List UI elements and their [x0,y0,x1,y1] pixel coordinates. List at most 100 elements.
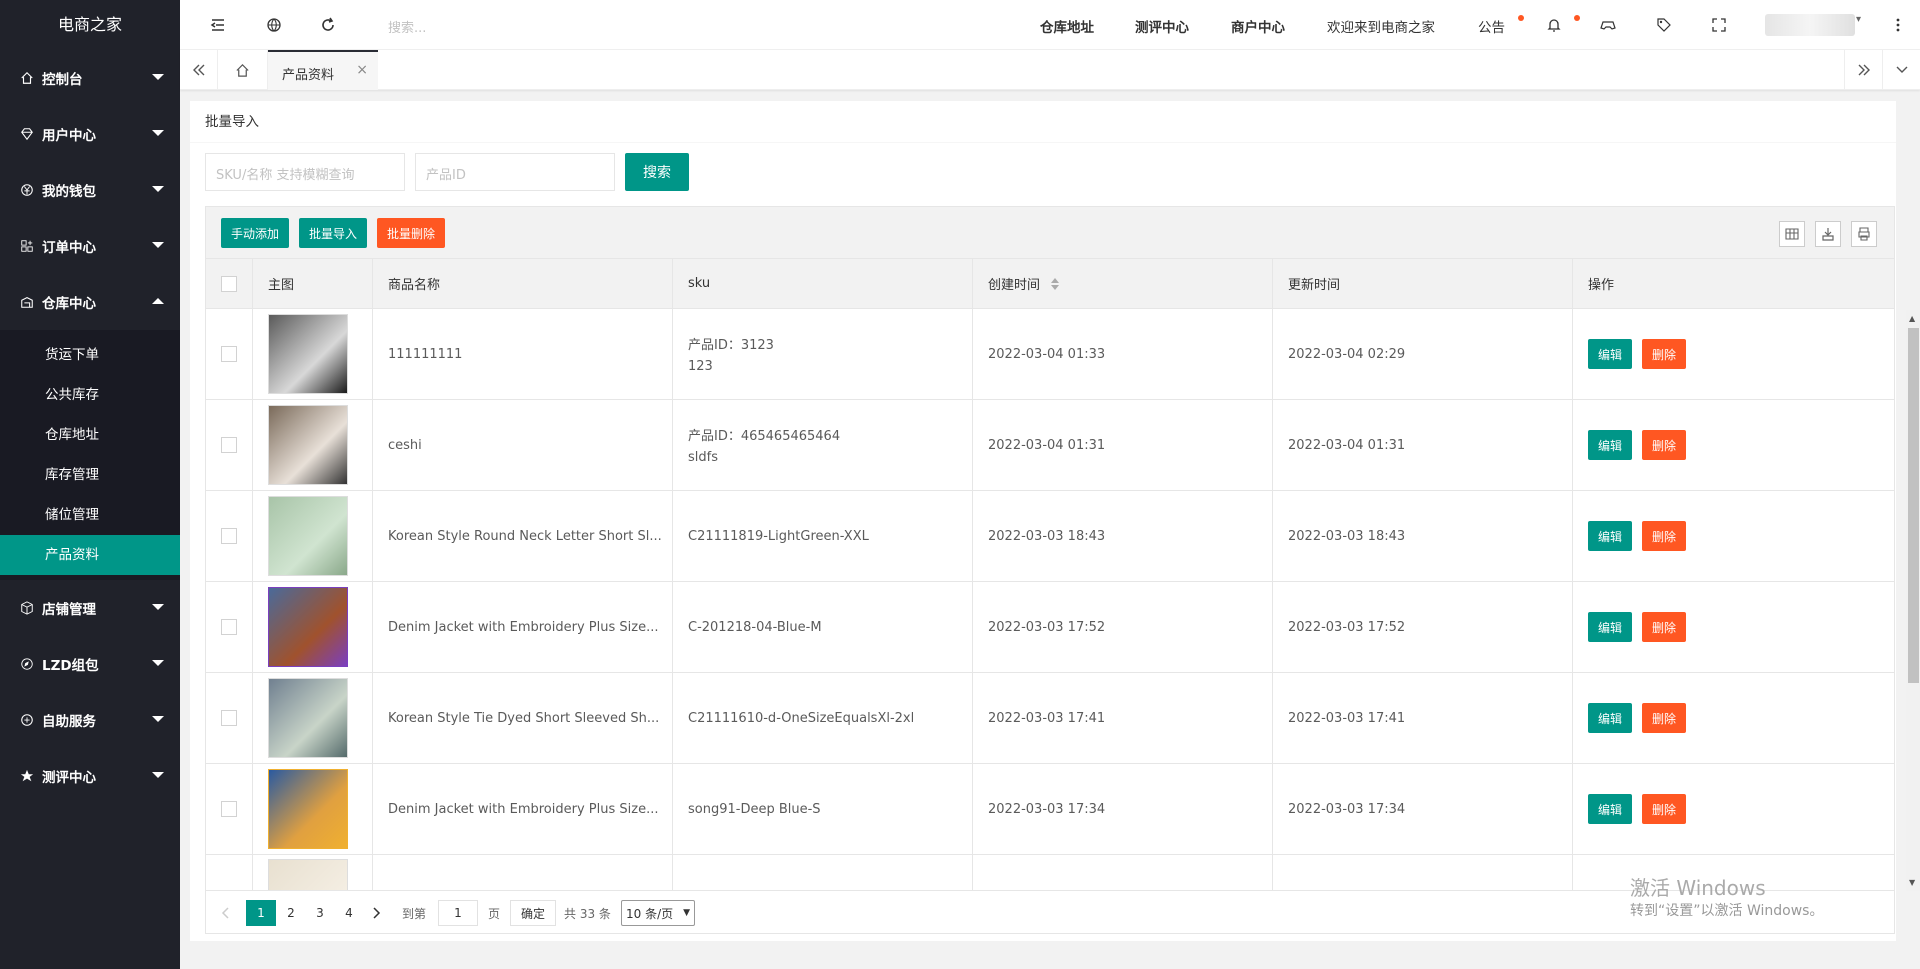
sidebar-item-4[interactable]: 仓库中心 [0,274,180,330]
sidebar-item-2[interactable]: 我的钱包 [0,162,180,218]
edit-button[interactable]: 编辑 [1588,612,1632,642]
tab-close-icon[interactable]: × [356,62,368,78]
page-4[interactable]: 4 [336,900,362,926]
gamepad-icon[interactable] [1600,17,1616,33]
next-page-button[interactable] [366,900,386,926]
sku-line-1: song91-Deep Blue-S [688,801,821,817]
scroll-up-icon[interactable]: ▲ [1909,314,1915,323]
delete-button[interactable]: 删除 [1642,794,1686,824]
header-created[interactable]: 创建时间 [973,259,1273,308]
product-thumbnail[interactable] [268,678,348,758]
sidebar-subitem-5[interactable]: 产品资料 [0,535,180,575]
delete-button[interactable]: 删除 [1642,430,1686,460]
caret-down-icon [152,660,164,666]
page-3[interactable]: 3 [307,900,333,926]
batch-import-button[interactable]: 批量导入 [299,218,367,248]
top-link-warehouse-address[interactable]: 仓库地址 [1040,16,1094,36]
edit-button[interactable]: 编辑 [1588,521,1632,551]
batch-delete-button[interactable]: 批量删除 [377,218,445,248]
row-checkbox[interactable] [221,346,237,362]
edit-button[interactable]: 编辑 [1588,703,1632,733]
prev-page-button[interactable] [216,900,236,926]
edit-button[interactable]: 编辑 [1588,430,1632,460]
tabs-next-button[interactable] [1844,50,1882,90]
delete-button[interactable]: 删除 [1642,521,1686,551]
row-checkbox[interactable] [221,710,237,726]
sidebar-subitem-1[interactable]: 公共库存 [0,375,180,415]
product-thumbnail[interactable] [268,859,348,890]
print-button[interactable] [1851,221,1877,247]
scrollbar-thumb[interactable] [1908,328,1919,683]
delete-button[interactable]: 删除 [1642,339,1686,369]
sidebar-item-1[interactable]: 用户中心 [0,106,180,162]
sku-search-input[interactable]: SKU/名称 支持模糊查询 [205,153,405,191]
top-search-input[interactable]: 搜索... [388,17,426,36]
manual-add-button[interactable]: 手动添加 [221,218,289,248]
columns-filter-button[interactable] [1779,221,1805,247]
product-thumbnail[interactable] [268,496,348,576]
edit-button[interactable]: 编辑 [1588,794,1632,824]
row-checkbox[interactable] [221,801,237,817]
delete-button[interactable]: 删除 [1642,703,1686,733]
sidebar-item-8[interactable]: 测评中心 [0,748,180,804]
more-icon[interactable] [1890,17,1906,33]
row-checkbox[interactable] [221,437,237,453]
top-link-review-center[interactable]: 测评中心 [1135,16,1189,36]
product-id-input[interactable]: 产品ID [415,153,615,191]
tab-product-info[interactable]: 产品资料 × [268,50,378,90]
goto-page-input[interactable]: 1 [438,900,478,926]
export-button[interactable] [1815,221,1841,247]
sidebar-subitem-3[interactable]: 库存管理 [0,455,180,495]
sidebar-item-5[interactable]: 店铺管理 [0,580,180,636]
goto-confirm-button[interactable]: 确定 [510,900,556,926]
user-avatar-blurred[interactable] [1765,14,1855,36]
sidebar-subitem-2[interactable]: 仓库地址 [0,415,180,455]
notice-link[interactable]: 公告 [1478,16,1505,36]
per-page-select[interactable]: 10 条/页 ▼ [621,900,695,926]
sidebar-subitem-4[interactable]: 储位管理 [0,495,180,535]
top-link-merchant-center[interactable]: 商户中心 [1231,16,1285,36]
tabs-prev-button[interactable] [180,50,218,90]
user-dropdown-icon[interactable]: ▾ [1856,14,1861,25]
search-button[interactable]: 搜索 [625,153,689,191]
edit-button[interactable]: 编辑 [1588,339,1632,369]
sidebar-subitem-0[interactable]: 货运下单 [0,335,180,375]
page-1[interactable]: 1 [246,900,276,926]
sort-icon[interactable] [1050,277,1060,291]
row-checkbox[interactable] [221,619,237,635]
select-all-checkbox[interactable] [221,275,237,292]
created-time: 2022-03-03 17:41 [988,710,1106,726]
table-row: Denim Jacket with Embroidery Plus Size..… [206,764,1894,855]
sidebar-item-7[interactable]: 自助服务 [0,692,180,748]
page-2[interactable]: 2 [278,900,304,926]
scroll-down-icon[interactable]: ▼ [1909,878,1915,887]
product-thumbnail[interactable] [268,587,348,667]
table-row: Korean Style Tie Dyed Short Sleeved Sh..… [206,673,1894,764]
caret-down-icon [152,242,164,248]
tabs-menu-button[interactable] [1882,50,1920,90]
product-thumbnail[interactable] [268,314,348,394]
tag-icon[interactable] [1656,17,1672,33]
star-icon [20,769,34,782]
bell-icon[interactable] [1546,17,1562,33]
sidebar-item-label: 用户中心 [42,128,96,144]
product-thumbnail[interactable] [268,769,348,849]
product-table: 主图 商品名称 sku 创建时间 更新时间 操作 111111111 产品ID：3… [205,258,1895,891]
notice-badge [1518,15,1524,21]
globe-icon[interactable] [266,17,282,33]
chevron-right-icon [373,907,381,919]
updated-time: 2022-03-03 17:34 [1288,801,1406,817]
fullscreen-icon[interactable] [1711,17,1727,33]
table-scrollbar[interactable]: ▲ ▼ [1906,310,1920,891]
menu-fold-icon[interactable] [210,17,226,33]
row-checkbox[interactable] [221,528,237,544]
sidebar-item-3[interactable]: 订单中心 [0,218,180,274]
delete-button[interactable]: 删除 [1642,612,1686,642]
app-logo[interactable]: 电商之家 [0,0,180,50]
product-thumbnail[interactable] [268,405,348,485]
refresh-icon[interactable] [320,17,336,33]
sidebar-item-0[interactable]: 控制台 [0,50,180,106]
sidebar-item-6[interactable]: LZD组包 [0,636,180,692]
tab-home[interactable] [218,50,268,90]
updated-time: 2022-03-04 01:31 [1288,437,1406,453]
